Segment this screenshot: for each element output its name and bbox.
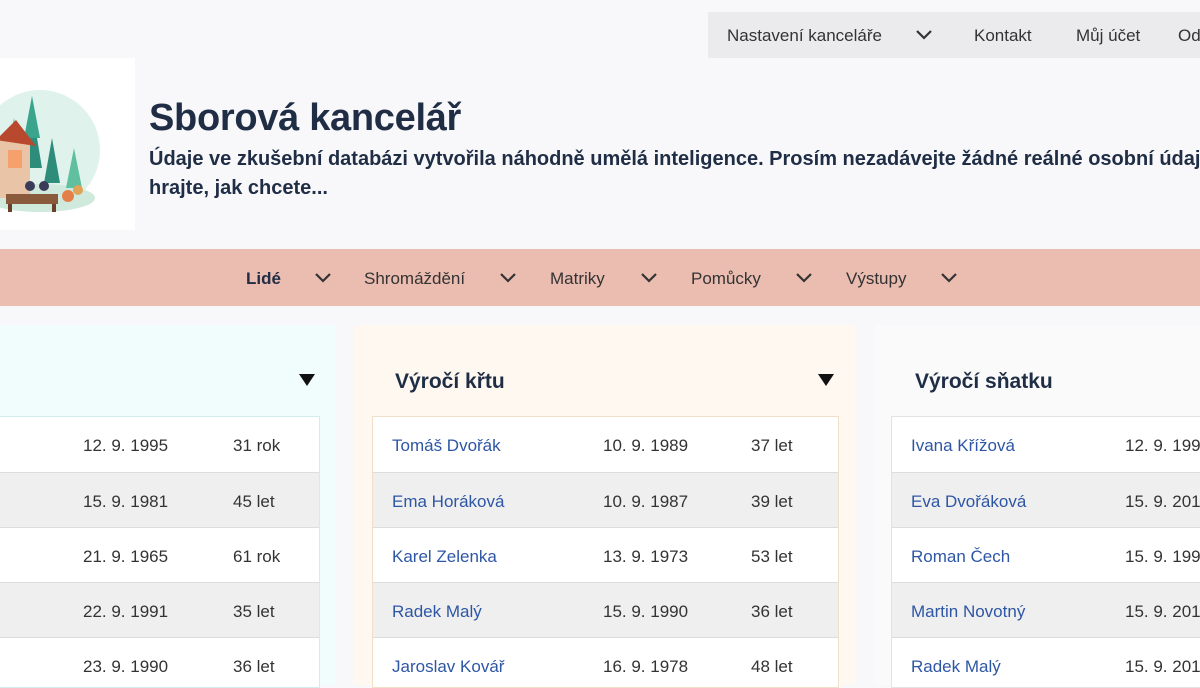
baptism-table: Tomáš Dvořák 10. 9. 1989 37 let Ema Horá… xyxy=(372,416,839,688)
baptism-panel-title: Výročí křtu xyxy=(395,370,505,393)
date-cell: 21. 9. 1965 xyxy=(83,547,169,566)
person-link[interactable]: Martin Novotný xyxy=(911,602,1025,622)
nav-item-meetings[interactable]: Shromáždění xyxy=(364,269,465,289)
date-cell: 15. 9. 1990 xyxy=(603,602,689,621)
chevron-down-icon[interactable] xyxy=(916,30,932,40)
page-subtitle: Údaje ve zkušební databázi vytvořila náh… xyxy=(149,148,1200,199)
person-link[interactable]: Roman Čech xyxy=(911,547,1010,567)
page-title: Sborová kancelář xyxy=(149,97,462,139)
date-cell: 10. 9. 1987 xyxy=(603,492,689,511)
top-nav: Nastavení kanceláře Kontakt Můj účet Od xyxy=(708,12,1200,58)
age-cell: 31 rok xyxy=(233,436,281,455)
age-cell: 48 let xyxy=(751,657,793,676)
table-row: Eva Dvořáková 15. 9. 2015 xyxy=(892,472,1200,528)
person-link[interactable]: Karel Zelenka xyxy=(392,547,497,567)
table-row: 15. 9. 1981 45 let xyxy=(0,472,319,528)
chevron-down-icon[interactable] xyxy=(941,270,957,288)
table-row: Roman Čech 15. 9. 1998 xyxy=(892,527,1200,583)
person-link[interactable]: Radek Malý xyxy=(911,657,1001,677)
table-row: 22. 9. 1991 35 let xyxy=(0,582,319,638)
main-nav: Lidé Shromáždění Matriky Pomůcky Výstupy xyxy=(0,249,1200,306)
date-cell: 15. 9. 1998 xyxy=(1125,547,1200,566)
date-cell: 22. 9. 1991 xyxy=(83,602,169,621)
contact-link[interactable]: Kontakt xyxy=(974,26,1032,46)
chevron-down-icon[interactable] xyxy=(315,270,331,288)
age-cell: 36 let xyxy=(751,602,793,621)
nav-item-registers[interactable]: Matriky xyxy=(550,269,605,289)
person-link[interactable]: Tomáš Dvořák xyxy=(392,436,501,456)
date-cell: 23. 9. 1990 xyxy=(83,657,169,676)
person-link[interactable]: Ivana Křížová xyxy=(911,436,1015,456)
date-cell: 15. 9. 1981 xyxy=(83,492,169,511)
date-cell: 16. 9. 1978 xyxy=(603,657,689,676)
my-account-link[interactable]: Můj účet xyxy=(1076,26,1140,46)
table-row: Radek Malý 15. 9. 1990 36 let xyxy=(373,582,838,638)
table-row: Radek Malý 15. 9. 2011 xyxy=(892,637,1200,687)
date-cell: 15. 9. 2012 xyxy=(1125,602,1200,621)
collapse-triangle-icon[interactable] xyxy=(299,374,315,386)
date-cell: 12. 9. 1998 xyxy=(1125,436,1200,455)
date-cell: 12. 9. 1995 xyxy=(83,436,169,455)
date-cell: 13. 9. 1973 xyxy=(603,547,689,566)
nav-item-aids[interactable]: Pomůcky xyxy=(691,269,761,289)
logout-link[interactable]: Od xyxy=(1178,26,1200,46)
person-link[interactable]: Radek Malý xyxy=(392,602,482,622)
nav-item-people[interactable]: Lidé xyxy=(246,269,281,289)
age-cell: 37 let xyxy=(751,436,793,455)
age-cell: 35 let xyxy=(233,602,275,621)
table-row: Ivana Křížová 12. 9. 1998 xyxy=(892,417,1200,472)
collapse-triangle-icon[interactable] xyxy=(818,374,834,386)
person-link[interactable]: Ema Horáková xyxy=(392,492,504,512)
table-row: 21. 9. 1965 61 rok xyxy=(0,527,319,583)
table-row: Martin Novotný 15. 9. 2012 xyxy=(892,582,1200,638)
wedding-table: Ivana Křížová 12. 9. 1998 Eva Dvořáková … xyxy=(891,416,1200,688)
nav-item-outputs[interactable]: Výstupy xyxy=(846,269,906,289)
birthday-table: 12. 9. 1995 31 rok 15. 9. 1981 45 let 21… xyxy=(0,416,320,688)
wedding-panel-title: Výročí sňatku xyxy=(915,370,1053,393)
age-cell: 53 let xyxy=(751,547,793,566)
age-cell: 61 rok xyxy=(233,547,281,566)
chevron-down-icon[interactable] xyxy=(500,270,516,288)
date-cell: 15. 9. 2015 xyxy=(1125,492,1200,511)
office-settings-menu[interactable]: Nastavení kanceláře xyxy=(727,26,882,46)
chevron-down-icon[interactable] xyxy=(641,270,657,288)
age-cell: 45 let xyxy=(233,492,275,511)
date-cell: 10. 9. 1989 xyxy=(603,436,689,455)
age-cell: 39 let xyxy=(751,492,793,511)
date-cell: 15. 9. 2011 xyxy=(1125,657,1200,676)
table-row: 23. 9. 1990 36 let xyxy=(0,637,319,687)
table-row: Ema Horáková 10. 9. 1987 39 let xyxy=(373,472,838,528)
table-row: Tomáš Dvořák 10. 9. 1989 37 let xyxy=(373,417,838,472)
person-link[interactable]: Jaroslav Kovář xyxy=(392,657,504,677)
person-link[interactable]: Eva Dvořáková xyxy=(911,492,1026,512)
table-row: 12. 9. 1995 31 rok xyxy=(0,417,319,472)
table-row: Jaroslav Kovář 16. 9. 1978 48 let xyxy=(373,637,838,687)
logo[interactable] xyxy=(0,58,135,230)
age-cell: 36 let xyxy=(233,657,275,676)
chevron-down-icon[interactable] xyxy=(796,270,812,288)
table-row: Karel Zelenka 13. 9. 1973 53 let xyxy=(373,527,838,583)
